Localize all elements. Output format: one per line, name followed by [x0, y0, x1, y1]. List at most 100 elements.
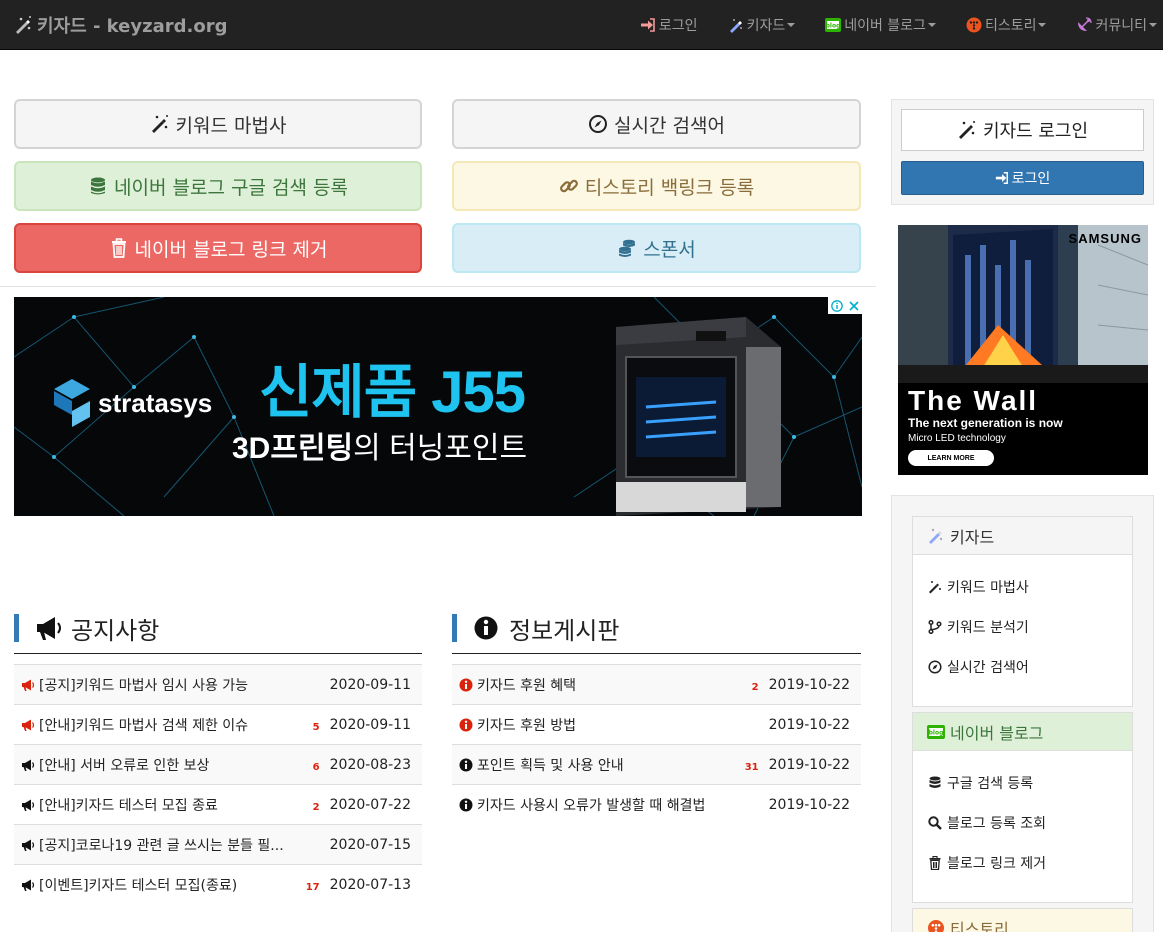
menu-item-label: 키워드 마법사	[947, 580, 1029, 596]
ad-headline: 신제품 J55	[259, 360, 526, 425]
menu-item-label: 실시간 검색어	[947, 660, 1029, 676]
tistory-icon	[966, 17, 982, 33]
brand[interactable]: 키자드 - keyzard.org	[13, 0, 227, 50]
tistory-menu: 티스토리	[912, 908, 1133, 932]
trash-icon	[111, 238, 126, 258]
info-circle-icon	[459, 798, 473, 811]
naver-blog-menu-body: 구글 검색 등록 블로그 등록 조회 블로그 링크 제거	[913, 751, 1132, 895]
trash-icon	[929, 856, 941, 870]
magic-wand-icon	[16, 16, 31, 34]
menu-item-google-register[interactable]: 구글 검색 등록	[913, 763, 1132, 803]
notice-title-underline	[14, 653, 422, 654]
sponsor-button[interactable]: 스폰서	[452, 223, 861, 273]
samsung-logo: SAMSUNG	[1068, 231, 1142, 246]
3d-printer-image	[616, 317, 781, 516]
advertisement-banner[interactable]: stratasys 신제품 J55 3D프린팅의 터닝포인트	[14, 297, 862, 516]
list-item-date: 2020-07-15	[329, 836, 411, 853]
notice-section-title: 공지사항	[14, 614, 159, 645]
naver-link-remove-label: 네이버 블로그 링크 제거	[134, 238, 328, 261]
ad-line2: Micro LED technology	[908, 433, 1006, 444]
keyzard-menu-body: 키워드 마법사 키워드 분석기 실시간 검색어	[913, 555, 1132, 699]
samsung-advertisement[interactable]: SAMSUNG The Wall The next generation is …	[898, 225, 1148, 475]
stratasys-logo: stratasys	[50, 377, 212, 429]
caret-down-icon	[1038, 23, 1047, 27]
nav-keyzard-label: 키자드	[746, 18, 786, 34]
ad-choices[interactable]	[828, 297, 862, 314]
list-item[interactable]: [안내]키워드 마법사 검색 제한 이슈 5 2020-09-11	[14, 704, 422, 744]
close-icon	[849, 300, 859, 311]
sign-in-icon	[640, 18, 655, 32]
list-item[interactable]: [공지]코로나19 관련 글 쓰시는 분들 필... 2020-07-15	[14, 824, 422, 864]
menu-item-link-remove[interactable]: 블로그 링크 제거	[913, 843, 1132, 883]
ad-subtitle-bold: 3D프린팅	[232, 432, 354, 465]
stratasys-logo-text: stratasys	[98, 387, 213, 418]
nav-naver-blog[interactable]: blog 네이버 블로그	[825, 15, 936, 35]
info-circle-icon	[474, 616, 498, 640]
naver-google-register-label: 네이버 블로그 구글 검색 등록	[114, 176, 348, 199]
list-item[interactable]: 키자드 후원 혜택 2 2019-10-22	[452, 664, 861, 704]
link-icon	[559, 179, 578, 193]
list-item-title: [안내]키자드 테스터 모집 종료	[39, 797, 218, 814]
compass-icon	[928, 660, 942, 674]
ad-background-image	[898, 225, 1148, 385]
nav-community[interactable]: 커뮤니티	[1076, 15, 1157, 35]
naver-google-register-button[interactable]: 네이버 블로그 구글 검색 등록	[14, 161, 422, 211]
comment-count: 2	[312, 802, 320, 813]
list-item[interactable]: 포인트 획득 및 사용 안내 31 2019-10-22	[452, 744, 861, 784]
list-item-title-wrap: 키자드 후원 방법	[477, 715, 759, 735]
list-item[interactable]: [공지]키워드 마법사 임시 사용 가능 2020-09-11	[14, 664, 422, 704]
list-item[interactable]: 키자드 후원 방법 2019-10-22	[452, 704, 861, 744]
ad-subtitle-rest: 의 터닝포인트	[353, 432, 528, 465]
list-item[interactable]: [안내] 서버 오류로 인한 보상 6 2020-08-23	[14, 744, 422, 784]
nav-keyzard[interactable]: 키자드	[728, 15, 796, 35]
list-item-title-wrap: 포인트 획득 및 사용 안내 31	[477, 755, 759, 775]
login-panel: 키자드 로그인 로그인	[891, 99, 1154, 205]
list-item-title-wrap: 키자드 사용시 오류가 발생할 때 해결법	[477, 795, 759, 815]
search-icon	[928, 816, 942, 830]
keyword-wizard-button[interactable]: 키워드 마법사	[14, 99, 422, 149]
tistory-menu-header: 티스토리	[913, 909, 1132, 932]
learn-more-button[interactable]: LEARN MORE	[908, 450, 994, 466]
caret-down-icon	[927, 23, 936, 27]
info-title-text: 정보게시판	[509, 616, 620, 645]
list-item[interactable]: [이벤트]키자드 테스터 모집(종료) 17 2020-07-13	[14, 864, 422, 904]
brand-title: 키자드 - keyzard.org	[37, 16, 228, 37]
info-circle-icon	[459, 678, 473, 691]
list-item-date: 2020-07-22	[329, 796, 411, 813]
list-item[interactable]: 키자드 사용시 오류가 발생할 때 해결법 2019-10-22	[452, 784, 861, 824]
ad-headline: The Wall	[908, 385, 1039, 416]
list-item-title: 키자드 후원 방법	[477, 717, 577, 734]
bullhorn-icon	[22, 759, 35, 771]
caret-down-icon	[1149, 23, 1157, 27]
magic-wand-icon	[151, 115, 168, 133]
tistory-backlink-button[interactable]: 티스토리 백링크 등록	[452, 161, 861, 211]
menu-item-keyword-wizard[interactable]: 키워드 마법사	[913, 567, 1132, 607]
naver-link-remove-button[interactable]: 네이버 블로그 링크 제거	[14, 223, 422, 273]
info-title-underline	[452, 653, 861, 654]
list-item-title: [안내] 서버 오류로 인한 보상	[39, 757, 210, 774]
divider	[0, 286, 876, 287]
menu-item-realtime-search[interactable]: 실시간 검색어	[913, 647, 1132, 687]
svg-text:blog: blog	[826, 23, 841, 30]
realtime-search-button[interactable]: 실시간 검색어	[452, 99, 861, 149]
realtime-search-label: 실시간 검색어	[614, 114, 725, 137]
login-button[interactable]: 로그인	[901, 161, 1144, 195]
list-item[interactable]: [안내]키자드 테스터 모집 종료 2 2020-07-22	[14, 784, 422, 824]
bullhorn-icon	[22, 879, 35, 891]
menu-item-keyword-analyzer[interactable]: 키워드 분석기	[913, 607, 1132, 647]
menu-item-label: 블로그 등록 조회	[947, 816, 1047, 832]
nav-naver-blog-label: 네이버 블로그	[844, 18, 926, 34]
info-circle-icon	[459, 758, 473, 771]
list-item-title: [안내]키워드 마법사 검색 제한 이슈	[39, 717, 249, 734]
list-item-date: 2020-07-13	[329, 876, 411, 893]
comment-count: 5	[312, 722, 320, 733]
menu-item-blog-lookup[interactable]: 블로그 등록 조회	[913, 803, 1132, 843]
nav-tistory[interactable]: 티스토리	[966, 15, 1047, 35]
list-item-date: 2019-10-22	[768, 716, 850, 733]
list-item-title-wrap: [안내] 서버 오류로 인한 보상 6	[39, 755, 320, 775]
info-circle-icon	[459, 718, 473, 731]
nav-login[interactable]: 로그인	[640, 15, 698, 35]
naver-blog-menu-title: 네이버 블로그	[950, 723, 1044, 743]
list-item-date: 2020-09-11	[329, 716, 411, 733]
comment-count: 2	[751, 682, 759, 693]
